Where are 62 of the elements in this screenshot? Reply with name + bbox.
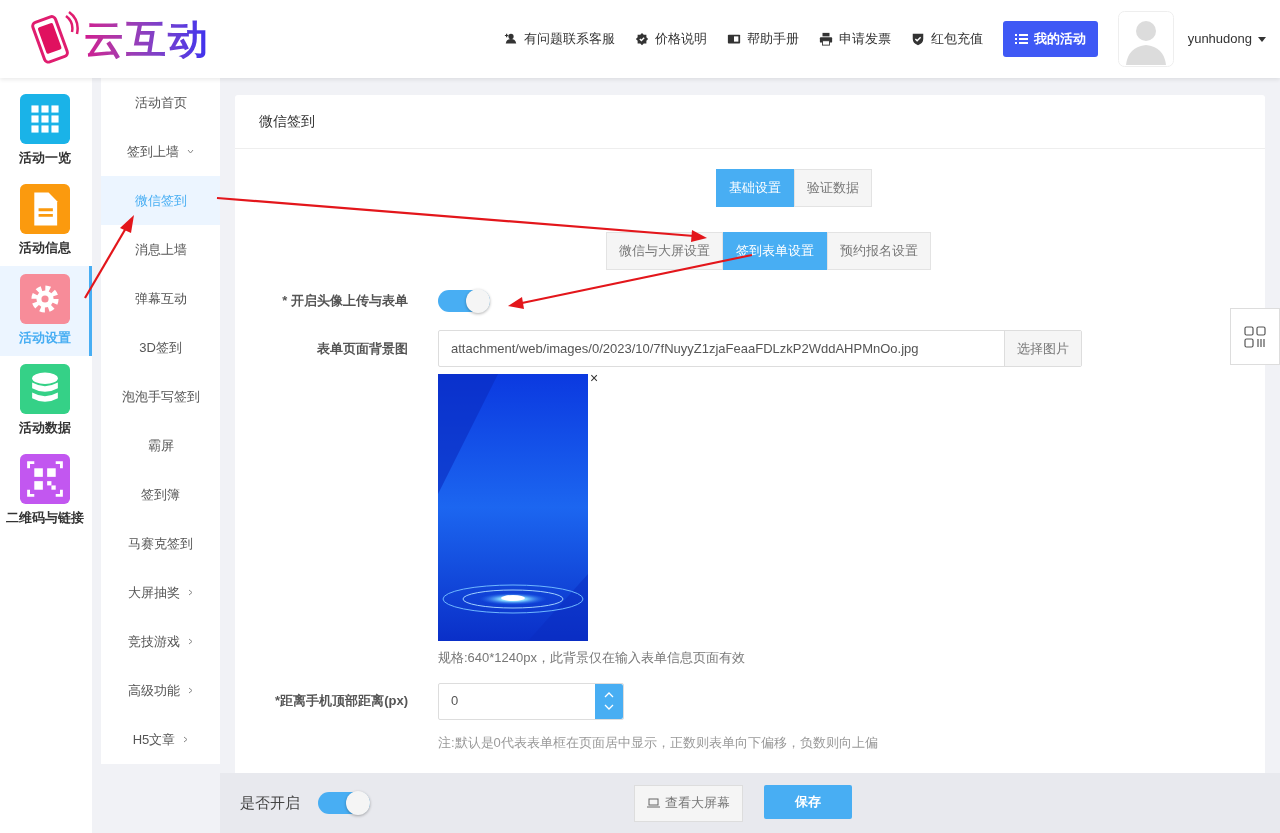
chevron-right-icon[interactable] [188,687,193,694]
toggle-switch[interactable] [438,290,490,312]
user-menu[interactable]: yunhudong [1187,29,1266,49]
chevron-up-icon[interactable] [604,692,614,698]
header-link[interactable]: 申请发票 [818,29,891,49]
submenu-item[interactable]: 马赛克签到 [101,519,220,568]
shield-icon[interactable] [910,32,925,46]
submenu-item[interactable]: 消息上墙 [101,225,220,274]
hint-text: 规格:640*1240px，此背景仅在输入表单信息页面有效 [438,649,746,667]
printer-icon[interactable] [818,32,833,46]
submenu-item[interactable]: 竞技游戏 [101,617,220,666]
stepper-control[interactable] [595,683,623,719]
field-label: * 开启头像上传与表单 [281,292,408,311]
grid-icon[interactable] [1244,325,1266,348]
tab[interactable]: 预约报名设置 [826,232,931,270]
field-label: 表单页面背景图 [316,339,408,358]
submenu-item[interactable]: 活动首页 [101,78,220,127]
sidebar-item[interactable]: 二维码与链接 [0,446,92,536]
toggle-switch[interactable] [318,792,370,814]
submenu-item[interactable]: 签到簿 [101,470,220,519]
card-title: 微信签到 [259,112,315,131]
caret-down-icon[interactable] [1258,36,1266,42]
submenu-item[interactable]: 泡泡手写签到 [101,372,220,421]
list-icon[interactable] [1014,33,1028,45]
header-link[interactable]: 帮助手册 [726,29,799,49]
chevron-right-icon[interactable] [183,736,189,743]
choose-image-button[interactable]: 选择图片 [1004,331,1081,366]
document-icon[interactable] [19,184,70,235]
submenu-item[interactable]: 高级功能 [101,666,220,715]
header-link[interactable]: 价格说明 [634,29,707,49]
gear-icon[interactable] [19,274,70,325]
submenu-item[interactable]: 签到上墙 [101,127,220,176]
sidebar-item[interactable]: 活动信息 [0,176,92,266]
sidebar-item[interactable]: 活动数据 [0,356,92,446]
number-field[interactable]: 0 [438,682,624,720]
view-screen-button[interactable]: 查看大屏幕 [634,784,743,822]
submenu-item[interactable]: 霸屏 [101,421,220,470]
floating-panel-button[interactable] [1230,308,1280,365]
submenu-item[interactable]: 大屏抽奖 [101,568,220,617]
sidebar-item[interactable]: 活动一览 [0,86,92,176]
field-label: *距离手机顶部距离(px) [274,692,408,711]
laptop-icon[interactable] [647,798,660,808]
book-icon[interactable] [726,32,741,46]
chevron-right-icon[interactable] [188,589,193,596]
submenu-item[interactable]: 3D签到 [101,323,220,372]
tab[interactable]: 验证数据 [794,169,872,207]
submenu-item[interactable]: H5文章 [101,715,220,764]
header-link[interactable]: 有问题联系客服 [503,29,615,49]
database-icon[interactable] [19,364,70,415]
qr-code-icon[interactable] [19,454,70,505]
footer-label: 是否开启 [240,792,300,813]
my-activity-button[interactable]: 我的活动 [1002,21,1098,57]
note-text: 注:默认是0代表表单框在页面居中显示，正数则表单向下偏移，负数则向上偏 [438,733,879,752]
image-path-field[interactable]: attachment/web/images/0/2023/10/7fNuyyZ1zjaFeaaFDLzkP2WddAHPMnOo.jpg 选择图片 [438,330,1082,367]
user-plus-icon[interactable] [503,32,518,46]
remove-image-button[interactable]: × [590,371,599,385]
tab[interactable]: 微信与大屏设置 [605,232,723,270]
chevron-down-icon[interactable] [187,149,194,154]
gear-badge-icon[interactable] [634,32,649,46]
chevron-right-icon[interactable] [188,638,193,645]
submenu-item[interactable]: 弹幕互动 [101,274,220,323]
header-link[interactable]: 红包充值 [910,29,983,49]
